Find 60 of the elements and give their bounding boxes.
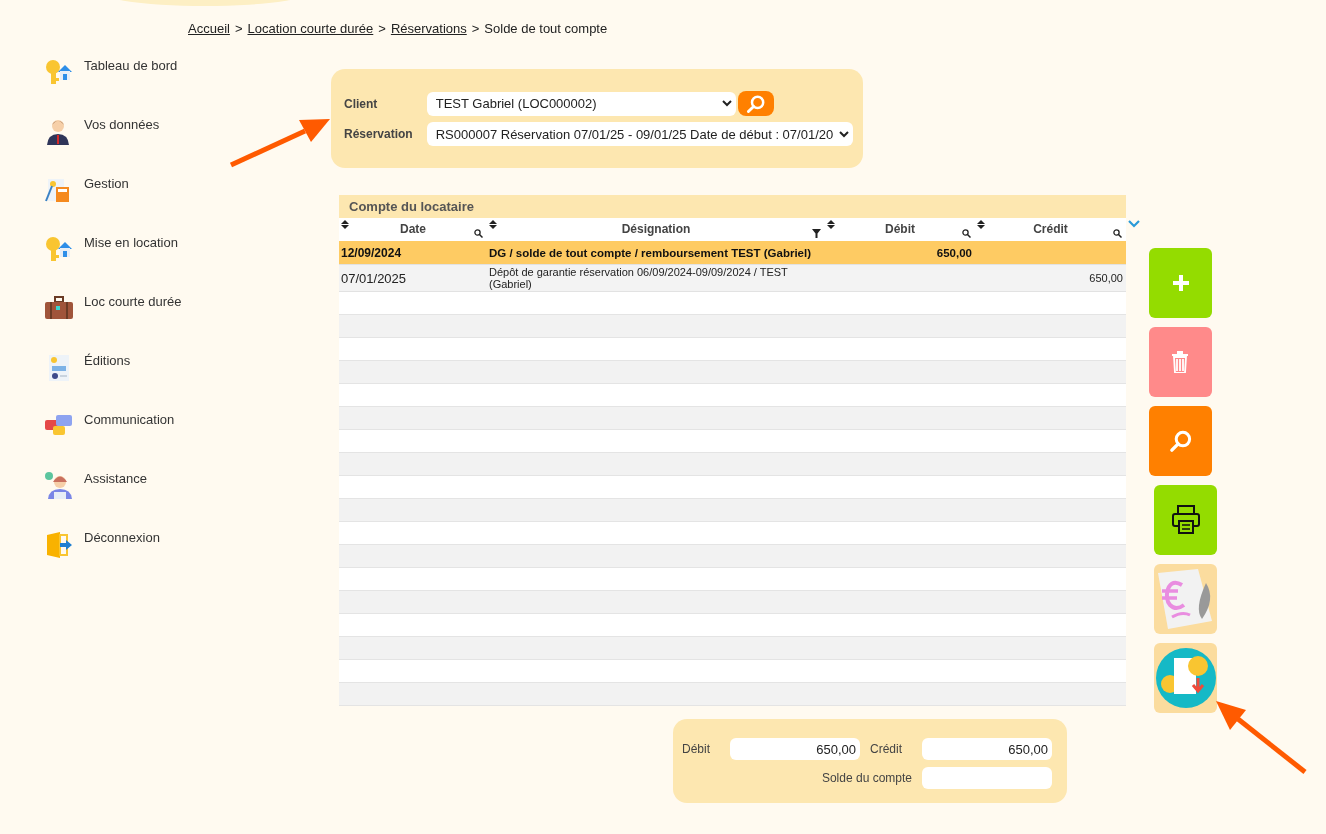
column-header[interactable]: Désignation [487, 222, 825, 236]
coin-document-drawing [1155, 648, 1216, 708]
table-cell: Dépôt de garantie réservation 06/09/2024-09/09/2024 / TEST (Gabriel) [489, 266, 788, 290]
sort-icon [341, 220, 349, 229]
sort-icon [977, 220, 985, 229]
breadcrumb-link[interactable]: Accueil [188, 21, 230, 36]
caret-icon [721, 100, 732, 107]
credit-field[interactable]: 650,00 [922, 738, 1052, 760]
balance-field[interactable] [922, 767, 1052, 789]
sidebar-item[interactable]: Gestion [84, 176, 129, 191]
field-label: Client [344, 96, 379, 111]
sidebar-item[interactable]: Assistance [84, 471, 147, 486]
refund-button[interactable] [1154, 643, 1217, 713]
caret-icon [839, 130, 850, 138]
printer-icon [1170, 505, 1201, 535]
search-button[interactable] [737, 91, 774, 116]
breadcrumb-link[interactable]: Réservations [390, 21, 467, 36]
sidebar-item[interactable]: Mise en location [84, 235, 178, 250]
breadcrumb-separator: > [234, 21, 243, 36]
delete-button[interactable] [1149, 327, 1212, 397]
select-field[interactable]: RS000007 Réservation 07/01/25 - 09/01/25 Date de début : 07/01/20 [426, 122, 854, 146]
sidebar-item[interactable]: Loc courte durée [84, 294, 182, 309]
breadcrumb-separator: > [471, 21, 480, 36]
field-label: Réservation [344, 127, 413, 141]
column-header[interactable]: Date [339, 222, 487, 236]
sidebar-item[interactable]: Communication [84, 412, 175, 427]
field-label: Débit [682, 742, 711, 756]
print-button[interactable] [1154, 485, 1217, 555]
table-row[interactable]: 07/01/2025 Dépôt de garantie réservation 06/09/2024-09/09/2024 / TEST (Gabriel) 650,00 [339, 265, 1126, 292]
table-cell: DG / solde de tout compte / remboursement TEST (Gabriel) [489, 246, 812, 259]
sort-icon [489, 220, 497, 229]
select-field[interactable]: TEST Gabriel (LOC000002) [426, 91, 736, 116]
breadcrumb-link[interactable]: Location courte durée [247, 21, 374, 36]
exit-door-icon [44, 530, 74, 560]
support-agent-icon [44, 471, 74, 501]
search-button[interactable] [1149, 406, 1212, 476]
field-label: Solde du compte [820, 771, 912, 785]
plus-icon [1170, 273, 1191, 293]
table-cell: 07/01/2025 [341, 270, 407, 286]
table-cell: 650,00 [936, 246, 972, 259]
search-icon [745, 93, 766, 114]
sidebar-item[interactable]: Tableau de bord [84, 58, 178, 73]
debit-field[interactable]: 650,00 [730, 738, 860, 760]
column-header[interactable]: Crédit [975, 222, 1126, 236]
breadcrumb-current: Solde de tout compte [484, 21, 608, 36]
sort-icon [827, 220, 835, 229]
sidebar-item[interactable]: Éditions [84, 353, 131, 368]
table-row[interactable]: 12/09/2024 DG / solde de tout compte / remboursement TEST (Gabriel) 650,00 [339, 241, 1126, 265]
table-cell: 12/09/2024 [341, 245, 402, 260]
table-title: Compte du locataire [339, 195, 1126, 218]
field-label: Crédit [870, 742, 903, 756]
table-cell: 650,00 [1089, 272, 1123, 284]
sidebar-item[interactable]: Vos données [84, 117, 160, 132]
search-icon [1168, 429, 1193, 453]
invoice-button[interactable] [1154, 564, 1217, 634]
chevron-down-icon [1128, 220, 1140, 228]
add-button[interactable] [1149, 248, 1212, 318]
breadcrumb-separator: > [378, 21, 386, 36]
sidebar-item[interactable]: Déconnexion [84, 530, 160, 545]
column-header[interactable]: Débit [825, 222, 975, 236]
